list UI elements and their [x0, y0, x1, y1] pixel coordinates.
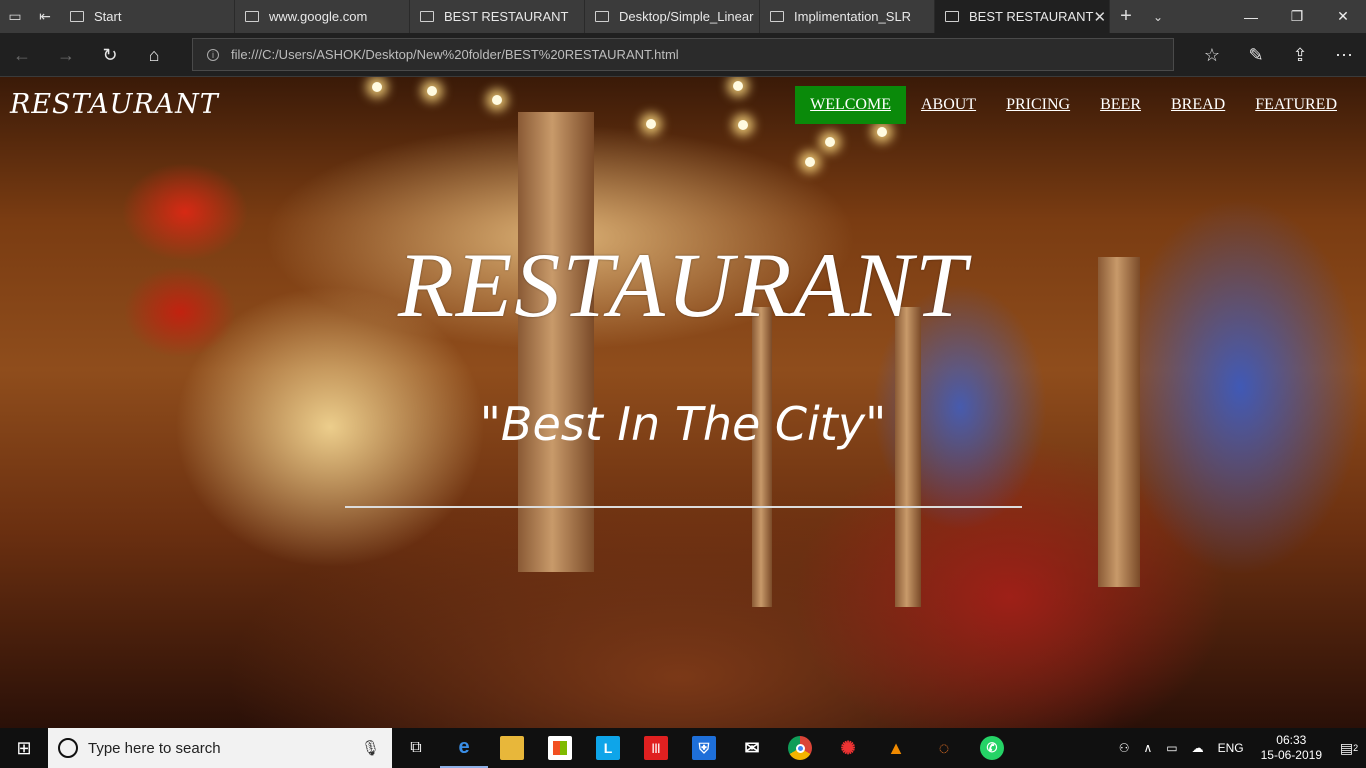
ceiling-light — [427, 86, 437, 96]
nav-pricing[interactable]: PRICING — [991, 86, 1085, 124]
tab-page-icon — [70, 11, 84, 22]
share-icon[interactable]: ⇪ — [1278, 33, 1322, 77]
ceiling-light — [738, 120, 748, 130]
microphone-icon[interactable]: 🎙 — [361, 739, 380, 757]
ceiling-light — [646, 119, 656, 129]
refresh-icon[interactable]: ↻ — [88, 33, 132, 77]
language-indicator[interactable]: ENG — [1211, 741, 1251, 755]
tab-title: www.google.com — [269, 9, 368, 24]
tab-page-icon — [420, 11, 434, 22]
ceiling-light — [877, 127, 887, 137]
edge-icon[interactable]: e — [440, 728, 488, 768]
tab-preview-chevron-icon[interactable]: ⌄ — [1142, 0, 1174, 33]
window-controls: — ❐ ✕ — [1228, 0, 1366, 33]
ceiling-light — [733, 81, 743, 91]
forward-arrow-icon[interactable]: → — [44, 33, 88, 77]
restore-icon[interactable]: ❐ — [1274, 0, 1320, 33]
clock[interactable]: 06:33 15-06-2019 — [1251, 733, 1332, 763]
close-window-icon[interactable]: ✕ — [1320, 0, 1366, 33]
mail-icon[interactable]: ✉ — [728, 728, 776, 768]
tab-implimentation-slr[interactable]: Implimentation_SLR — [760, 0, 935, 33]
hero-divider — [345, 506, 1022, 508]
l-app-icon[interactable]: L — [584, 728, 632, 768]
tab-start[interactable]: Start — [60, 0, 235, 33]
browser-toolbar: ← → ↻ ⌂ i file:///C:/Users/ASHOK/Desktop… — [0, 33, 1366, 77]
home-icon[interactable]: ⌂ — [132, 33, 176, 77]
info-icon[interactable]: i — [207, 48, 219, 61]
red-app-icon[interactable]: ||| — [632, 728, 680, 768]
cortana-icon — [58, 738, 78, 758]
notification-count-badge: 2 — [1353, 743, 1359, 753]
tab-title: BEST RESTAURANT — [444, 9, 569, 24]
tab-page-icon — [245, 11, 259, 22]
new-tab-button[interactable]: + — [1110, 0, 1142, 33]
pen-icon[interactable]: ✎ — [1234, 33, 1278, 77]
clock-time: 06:33 — [1276, 733, 1307, 747]
tab-actions-icon[interactable]: ▭ — [0, 0, 30, 33]
ceiling-light — [805, 157, 815, 167]
people-icon[interactable]: ⚇ — [1112, 741, 1137, 755]
network-icon[interactable]: ▭ — [1159, 741, 1184, 755]
hero-background-pillar — [895, 307, 921, 607]
hero-title: RESTAURANT — [397, 234, 969, 336]
hero-background-pillar — [752, 307, 772, 607]
set-tabs-aside-icon[interactable]: ⇤ — [30, 0, 60, 33]
more-icon[interactable]: ⋯ — [1322, 33, 1366, 77]
nav-welcome[interactable]: WELCOME — [795, 86, 906, 124]
taskbar-search-box[interactable]: Type here to search 🎙 — [48, 728, 392, 768]
shield-icon[interactable]: ⛨ — [680, 728, 728, 768]
nav-about[interactable]: ABOUT — [906, 86, 991, 124]
minimize-icon[interactable]: — — [1228, 0, 1274, 33]
ceiling-light — [825, 137, 835, 147]
tab-page-icon — [945, 11, 959, 22]
spider-app-icon[interactable]: ✺ — [824, 728, 872, 768]
hero-section: RESTAURANT WELCOME ABOUT PRICING BEER BR… — [0, 77, 1366, 728]
search-placeholder: Type here to search — [88, 739, 221, 757]
chrome-icon[interactable] — [776, 728, 824, 768]
show-hidden-icons-chevron-icon[interactable]: ∧ — [1136, 741, 1159, 755]
tab-google[interactable]: www.google.com — [235, 0, 410, 33]
vlc-icon[interactable]: ▲ — [872, 728, 920, 768]
hero-subtitle: "Best In The City" — [479, 397, 887, 451]
address-bar[interactable]: i file:///C:/Users/ASHOK/Desktop/New%20f… — [192, 38, 1174, 71]
whatsapp-icon[interactable]: ✆ — [968, 728, 1016, 768]
browser-tab-bar: ▭ ⇤ Start www.google.com BEST RESTAURANT… — [0, 0, 1366, 33]
site-logo[interactable]: RESTAURANT — [10, 89, 219, 120]
tab-best-restaurant-1[interactable]: BEST RESTAURANT — [410, 0, 585, 33]
windows-start-icon[interactable]: ⊞ — [0, 728, 48, 768]
windows-taskbar: ⊞ Type here to search 🎙 ⧉ e L ||| ⛨ ✉ ✺ … — [0, 728, 1366, 768]
jupyter-icon[interactable]: ◌ — [920, 728, 968, 768]
site-nav: WELCOME ABOUT PRICING BEER BREAD FEATURE… — [795, 86, 1352, 124]
store-icon[interactable] — [536, 728, 584, 768]
tab-title: Start — [94, 9, 122, 24]
tab-simple-linear[interactable]: Desktop/Simple_Linear — [585, 0, 760, 33]
onedrive-cloud-icon[interactable]: ☁ — [1185, 741, 1211, 755]
ceiling-light — [492, 95, 502, 105]
file-explorer-icon[interactable] — [488, 728, 536, 768]
hero-background-pillar — [518, 112, 594, 572]
close-tab-icon[interactable]: ✕ — [1093, 8, 1106, 26]
tab-page-icon — [770, 11, 784, 22]
favorites-star-icon[interactable]: ☆ — [1190, 33, 1234, 77]
task-view-icon[interactable]: ⧉ — [392, 728, 440, 768]
tab-title: BEST RESTAURANT — [969, 9, 1094, 24]
ceiling-light — [372, 82, 382, 92]
nav-beer[interactable]: BEER — [1085, 86, 1156, 124]
action-center-icon[interactable]: ▤ 2 — [1332, 736, 1366, 760]
back-arrow-icon[interactable]: ← — [0, 33, 44, 77]
nav-bread[interactable]: BREAD — [1156, 86, 1240, 124]
tab-title: Implimentation_SLR — [794, 9, 912, 24]
system-tray: ⚇ ∧ ▭ ☁ ENG 06:33 15-06-2019 ▤ 2 — [1112, 728, 1366, 768]
address-url: file:///C:/Users/ASHOK/Desktop/New%20fol… — [231, 47, 679, 62]
tab-title: Desktop/Simple_Linear — [619, 9, 754, 24]
tab-page-icon — [595, 11, 609, 22]
nav-featured[interactable]: FEATURED — [1240, 86, 1352, 124]
tab-best-restaurant-active[interactable]: BEST RESTAURANT ✕ — [935, 0, 1110, 33]
clock-date: 15-06-2019 — [1260, 748, 1322, 762]
